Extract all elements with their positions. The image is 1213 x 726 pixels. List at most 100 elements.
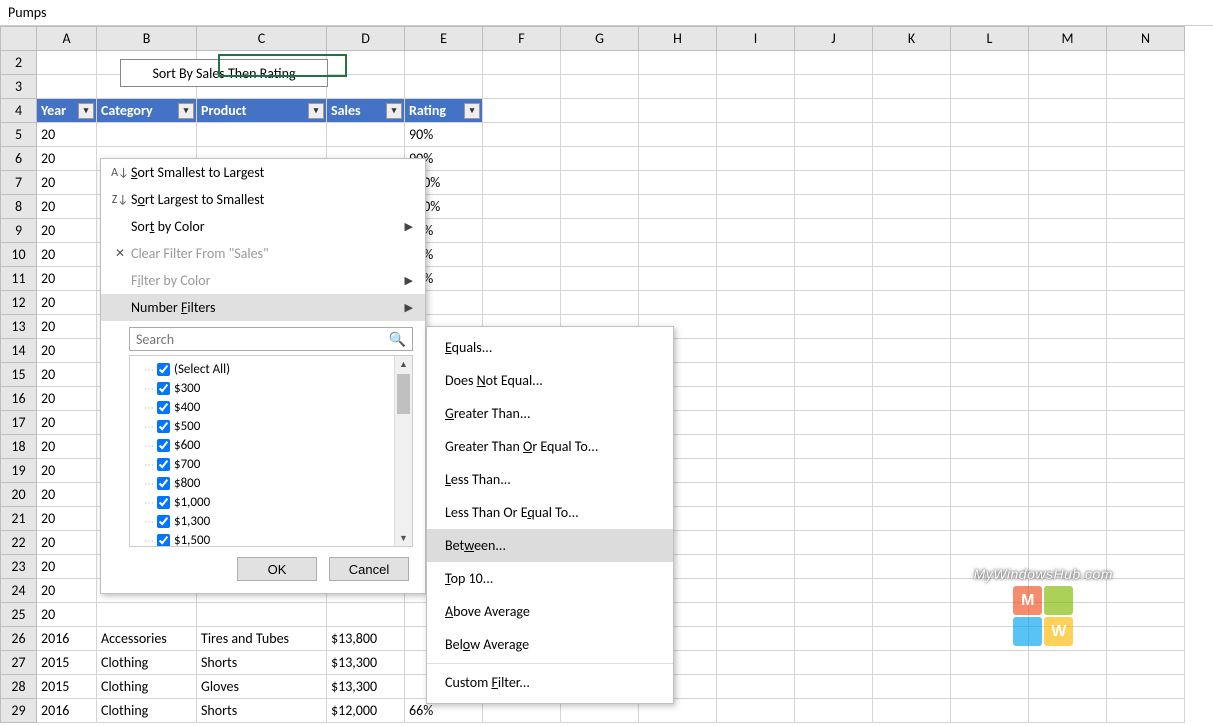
row-header[interactable]: 15	[1, 363, 37, 387]
cell[interactable]	[795, 411, 873, 435]
filter-less-eq[interactable]: Less Than Or Equal To...	[427, 496, 673, 529]
cell[interactable]	[873, 339, 951, 363]
cell[interactable]	[795, 195, 873, 219]
scroll-up-icon[interactable]: ▲	[395, 356, 412, 372]
cell[interactable]	[717, 267, 795, 291]
cell[interactable]	[717, 675, 795, 699]
cell[interactable]	[717, 99, 795, 123]
cell[interactable]	[1107, 195, 1185, 219]
cell[interactable]	[717, 483, 795, 507]
cell[interactable]	[873, 459, 951, 483]
cell[interactable]	[717, 315, 795, 339]
cell[interactable]	[1107, 435, 1185, 459]
row-header[interactable]: 11	[1, 267, 37, 291]
sort-by-color[interactable]: Sort by Color ▶	[101, 213, 425, 240]
filter-above-avg[interactable]: Above Average	[427, 595, 673, 628]
cell[interactable]: 20	[37, 579, 97, 603]
checkbox[interactable]	[157, 401, 170, 414]
sort-macro-button[interactable]: Sort By Sales Then Rating	[120, 59, 328, 87]
cell[interactable]	[717, 363, 795, 387]
row-header[interactable]: 4	[1, 99, 37, 123]
checkbox[interactable]	[157, 515, 170, 528]
cell[interactable]	[1107, 171, 1185, 195]
cell[interactable]: 20	[37, 483, 97, 507]
filter-checkbox-item[interactable]: ⋯$600	[144, 436, 408, 455]
checkbox[interactable]	[157, 420, 170, 433]
filter-greater[interactable]: Greater Than...	[427, 397, 673, 430]
cell[interactable]	[405, 75, 483, 99]
cell[interactable]: Clothing	[97, 675, 197, 699]
cell[interactable]	[1107, 411, 1185, 435]
cell[interactable]	[873, 243, 951, 267]
cell[interactable]	[1107, 507, 1185, 531]
cell[interactable]	[873, 123, 951, 147]
cell[interactable]	[1029, 51, 1107, 75]
cell[interactable]	[561, 219, 639, 243]
cell[interactable]	[873, 99, 951, 123]
filter-between[interactable]: Between...	[427, 529, 673, 562]
cell[interactable]	[1107, 387, 1185, 411]
cell[interactable]	[873, 435, 951, 459]
cell[interactable]	[1029, 411, 1107, 435]
cell[interactable]	[483, 243, 561, 267]
filter-checkbox-item[interactable]: ⋯$700	[144, 455, 408, 474]
cell[interactable]: 2016	[37, 699, 97, 723]
cell[interactable]	[951, 579, 1029, 603]
cell[interactable]	[873, 411, 951, 435]
cell[interactable]: Rating▾	[405, 99, 483, 123]
row-header[interactable]: 21	[1, 507, 37, 531]
cell[interactable]	[951, 459, 1029, 483]
cell[interactable]	[561, 267, 639, 291]
cell[interactable]	[1107, 603, 1185, 627]
cell[interactable]: Shorts	[197, 651, 327, 675]
cell[interactable]	[561, 291, 639, 315]
cell[interactable]	[327, 123, 405, 147]
cell[interactable]	[1029, 675, 1107, 699]
cancel-button[interactable]: Cancel	[329, 557, 409, 581]
cell[interactable]: Shorts	[197, 699, 327, 723]
cell[interactable]	[795, 555, 873, 579]
cell[interactable]	[639, 291, 717, 315]
cell[interactable]: Accessories	[97, 627, 197, 651]
cell[interactable]	[873, 603, 951, 627]
cell[interactable]	[873, 507, 951, 531]
cell[interactable]	[1029, 315, 1107, 339]
filter-checkbox-item[interactable]: ⋯$400	[144, 398, 408, 417]
cell[interactable]	[951, 171, 1029, 195]
row-header[interactable]: 22	[1, 531, 37, 555]
cell[interactable]	[483, 291, 561, 315]
cell[interactable]	[795, 483, 873, 507]
column-header-L[interactable]: L	[951, 27, 1029, 51]
cell[interactable]	[717, 411, 795, 435]
cell[interactable]	[717, 699, 795, 723]
cell[interactable]: 20	[37, 195, 97, 219]
cell[interactable]	[951, 555, 1029, 579]
cell[interactable]	[795, 603, 873, 627]
row-header[interactable]: 28	[1, 675, 37, 699]
cell[interactable]	[97, 123, 197, 147]
filter-checkbox-item[interactable]: ⋯$800	[144, 474, 408, 493]
row-header[interactable]: 5	[1, 123, 37, 147]
sort-descending[interactable]: Z↓ Sort Largest to Smallest	[101, 186, 425, 213]
cell[interactable]	[1029, 195, 1107, 219]
cell[interactable]	[97, 603, 197, 627]
cell[interactable]	[873, 555, 951, 579]
cell[interactable]	[1029, 507, 1107, 531]
cell[interactable]	[873, 363, 951, 387]
cell[interactable]	[717, 627, 795, 651]
cell[interactable]: $13,300	[327, 651, 405, 675]
cell[interactable]	[873, 651, 951, 675]
cell[interactable]	[951, 411, 1029, 435]
cell[interactable]	[1107, 459, 1185, 483]
cell[interactable]	[795, 531, 873, 555]
cell[interactable]: 20	[37, 411, 97, 435]
cell[interactable]	[561, 171, 639, 195]
cell[interactable]	[561, 75, 639, 99]
cell[interactable]: 20	[37, 339, 97, 363]
cell[interactable]	[795, 363, 873, 387]
cell[interactable]	[1107, 243, 1185, 267]
cell[interactable]	[951, 147, 1029, 171]
cell[interactable]	[639, 171, 717, 195]
cell[interactable]	[1029, 459, 1107, 483]
column-header-G[interactable]: G	[561, 27, 639, 51]
